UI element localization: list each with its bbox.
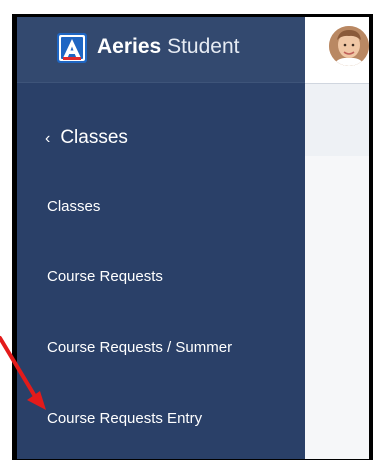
sidebar-item-course-requests-summer[interactable]: Course Requests / Summer — [47, 339, 232, 356]
brand-header[interactable]: Aeries Student — [17, 17, 305, 83]
app-title-bold: Aeries — [97, 35, 162, 58]
user-avatar[interactable] — [329, 26, 369, 66]
sidebar-item-classes[interactable]: Classes — [47, 198, 100, 215]
app-title-light: Student — [167, 35, 240, 58]
aeries-logo-icon — [57, 33, 87, 63]
main-content-panel — [305, 156, 369, 459]
sidebar-item-course-requests[interactable]: Course Requests — [47, 268, 163, 285]
back-to-classes-link[interactable]: ‹ Classes — [45, 127, 128, 149]
app-title: Aeries Student — [97, 35, 239, 59]
sidebar: Aeries Student ‹ Classes Classes Course R… — [17, 17, 305, 459]
chevron-left-icon: ‹ — [45, 130, 51, 147]
sidebar-item-course-requests-entry[interactable]: Course Requests Entry — [47, 410, 202, 427]
back-label: Classes — [60, 127, 128, 148]
annotation-arrow-icon — [0, 336, 46, 410]
